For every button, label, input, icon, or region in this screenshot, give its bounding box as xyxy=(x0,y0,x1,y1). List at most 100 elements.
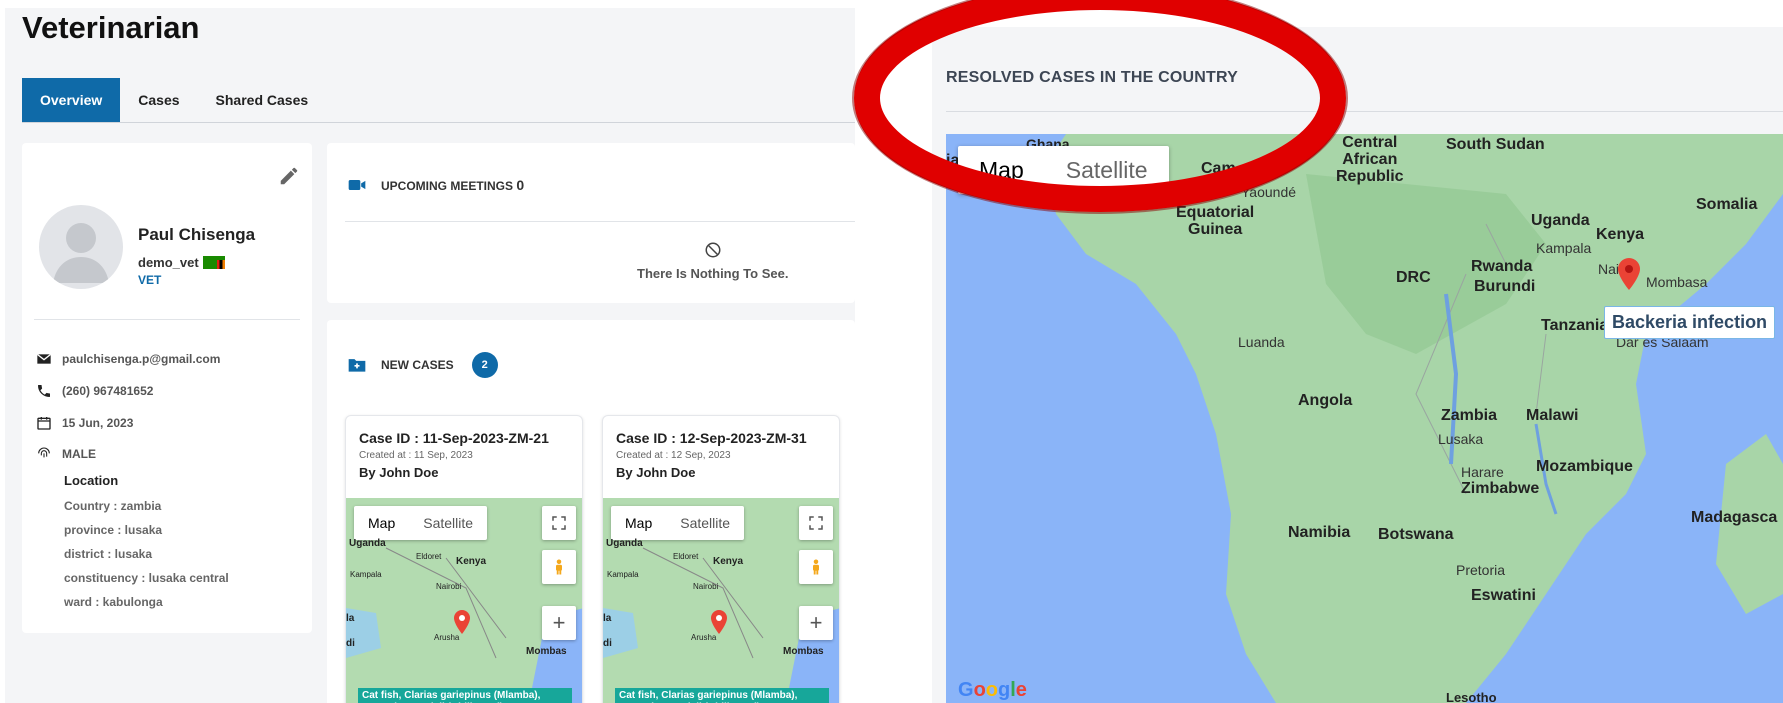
resolved-cases-panel: RESOLVED CASES IN THE COUNTRY Map Satell… xyxy=(932,27,1783,703)
tabs-divider xyxy=(22,122,855,123)
map-label: Uganda xyxy=(1531,212,1590,229)
case-author: By John Doe xyxy=(616,465,696,480)
tab-bar: Overview Cases Shared Cases xyxy=(22,78,326,122)
map-label: Kenya xyxy=(713,556,744,567)
map-view-button[interactable]: Map xyxy=(611,506,666,540)
resolved-cases-map[interactable]: Map Satellite ia Ghana Cam Yaoundé Centr… xyxy=(946,134,1783,703)
google-logo: Google xyxy=(958,679,1027,701)
profile-role: VET xyxy=(138,273,162,287)
map-label: Angola xyxy=(1298,392,1353,409)
case-id: Case ID : 12-Sep-2023-ZM-31 xyxy=(616,430,807,446)
email-text: paulchisenga.p@gmail.com xyxy=(62,352,221,366)
no-entry-icon xyxy=(705,242,721,258)
location-block: Location Country : zambia province : lus… xyxy=(64,473,229,619)
meetings-count: 0 xyxy=(516,177,525,193)
case-card[interactable]: Case ID : 11-Sep-2023-ZM-21 Created at :… xyxy=(345,415,583,703)
satellite-view-button[interactable]: Satellite xyxy=(1045,146,1169,194)
profile-divider xyxy=(34,319,300,320)
username-text: demo_vet xyxy=(138,255,199,270)
zoom-in-button[interactable]: + xyxy=(799,606,833,640)
species-tag: Cat fish, Clarias gariepinus (Mlamba), C… xyxy=(358,688,572,703)
map-label: Tanzania xyxy=(1541,317,1609,334)
map-view-button[interactable]: Map xyxy=(958,146,1045,194)
map-label: Lesotho xyxy=(1446,690,1497,703)
map-label: Malawi xyxy=(1526,407,1579,424)
map-label: Yaoundé xyxy=(1241,184,1297,200)
map-marker-icon[interactable] xyxy=(1616,258,1642,290)
case-author: By John Doe xyxy=(359,465,439,480)
map-label: Somalia xyxy=(1696,196,1758,213)
satellite-view-button[interactable]: Satellite xyxy=(409,506,487,540)
map-label: Madagasca xyxy=(1691,509,1778,526)
edit-pencil-icon[interactable] xyxy=(278,165,300,187)
map-label: Equatorial Guinea xyxy=(1176,204,1255,238)
map-label: Luanda xyxy=(1238,334,1285,350)
map-label: Eldoret xyxy=(673,552,699,561)
meetings-title-text: UPCOMING MEETINGS xyxy=(381,179,514,193)
calendar-icon xyxy=(37,417,51,430)
map-label: Mozambique xyxy=(1536,458,1633,475)
case-card[interactable]: Case ID : 12-Sep-2023-ZM-31 Created at :… xyxy=(602,415,840,703)
map-label: Kampala xyxy=(607,570,639,579)
pegman-icon[interactable] xyxy=(799,550,833,584)
satellite-view-button[interactable]: Satellite xyxy=(666,506,744,540)
case-info-window: Backeria infection xyxy=(1604,306,1776,339)
zambia-flag-icon xyxy=(202,256,225,269)
map-label: South Sudan xyxy=(1446,136,1545,153)
avatar xyxy=(39,205,123,289)
case-map[interactable]: Map Satellite + Uganda Eldoret Kenya Kam… xyxy=(603,498,839,703)
screenshot: Veterinarian Overview Cases Shared Cases… xyxy=(0,0,1783,703)
date-text: 15 Jun, 2023 xyxy=(62,416,134,430)
pegman-icon[interactable] xyxy=(542,550,576,584)
map-label: la xyxy=(346,613,355,624)
map-label: Kenya xyxy=(456,556,487,567)
email-row: paulchisenga.p@gmail.com xyxy=(36,351,220,367)
new-cases-card: NEW CASES 2 Case ID : 11-Sep-2023-ZM-21 … xyxy=(327,320,855,703)
map-label: Zimbabwe xyxy=(1461,480,1540,497)
map-label: Pretoria xyxy=(1456,562,1506,578)
map-marker-icon[interactable] xyxy=(453,610,471,634)
resolved-divider xyxy=(946,111,1783,112)
phone-text: (260) 967481652 xyxy=(62,384,154,398)
map-marker-icon[interactable] xyxy=(710,610,728,634)
fullscreen-icon[interactable] xyxy=(799,506,833,540)
tab-overview[interactable]: Overview xyxy=(22,78,121,122)
map-label: Kampala xyxy=(350,570,382,579)
map-label: Arusha xyxy=(691,633,717,642)
case-map[interactable]: Map Satellite + Uganda Eldoret Kenya Kam… xyxy=(346,498,582,703)
meetings-title: UPCOMING MEETINGS 0 xyxy=(381,177,524,193)
meetings-header: UPCOMING MEETINGS 0 xyxy=(347,175,524,195)
upcoming-meetings-card: UPCOMING MEETINGS 0 There Is Nothing To … xyxy=(327,143,855,303)
empty-message: There Is Nothing To See. xyxy=(637,266,789,281)
map-label: Botswana xyxy=(1378,526,1454,543)
location-ward: ward : kabulonga xyxy=(64,595,163,609)
empty-state: There Is Nothing To See. xyxy=(637,241,788,281)
zoom-in-button[interactable]: + xyxy=(542,606,576,640)
species-tag: Cat fish, Clarias gariepinus (Mlamba), C… xyxy=(615,688,829,703)
location-title: Location xyxy=(64,473,119,488)
map-label: Zambia xyxy=(1441,407,1498,424)
map-type-toggle: Map Satellite xyxy=(958,146,1169,194)
veterinarian-dashboard: Veterinarian Overview Cases Shared Cases… xyxy=(5,8,855,703)
profile-card: Paul Chisenga demo_vet VET paulchisenga.… xyxy=(22,143,312,633)
case-id: Case ID : 11-Sep-2023-ZM-21 xyxy=(359,430,549,446)
map-label: Nairobi xyxy=(693,582,719,591)
gender-text: MALE xyxy=(62,447,96,461)
new-cases-title: NEW CASES xyxy=(381,358,454,372)
tab-cases[interactable]: Cases xyxy=(120,78,197,122)
meetings-divider xyxy=(345,221,855,222)
map-label: Eswatini xyxy=(1471,587,1536,604)
mail-icon xyxy=(36,353,52,364)
africa-terrain xyxy=(946,134,1783,703)
tab-shared-cases[interactable]: Shared Cases xyxy=(198,78,327,122)
map-view-button[interactable]: Map xyxy=(354,506,409,540)
page-title: Veterinarian xyxy=(22,10,200,45)
profile-username: demo_vet xyxy=(138,255,225,270)
fullscreen-icon[interactable] xyxy=(542,506,576,540)
map-label: Mombas xyxy=(526,646,567,657)
location-constituency: constituency : lusaka central xyxy=(64,571,229,585)
map-label: di xyxy=(346,638,355,649)
map-label: Central African Republic xyxy=(1336,134,1404,185)
map-label: Namibia xyxy=(1288,524,1351,541)
map-label: Lusaka xyxy=(1438,431,1484,447)
